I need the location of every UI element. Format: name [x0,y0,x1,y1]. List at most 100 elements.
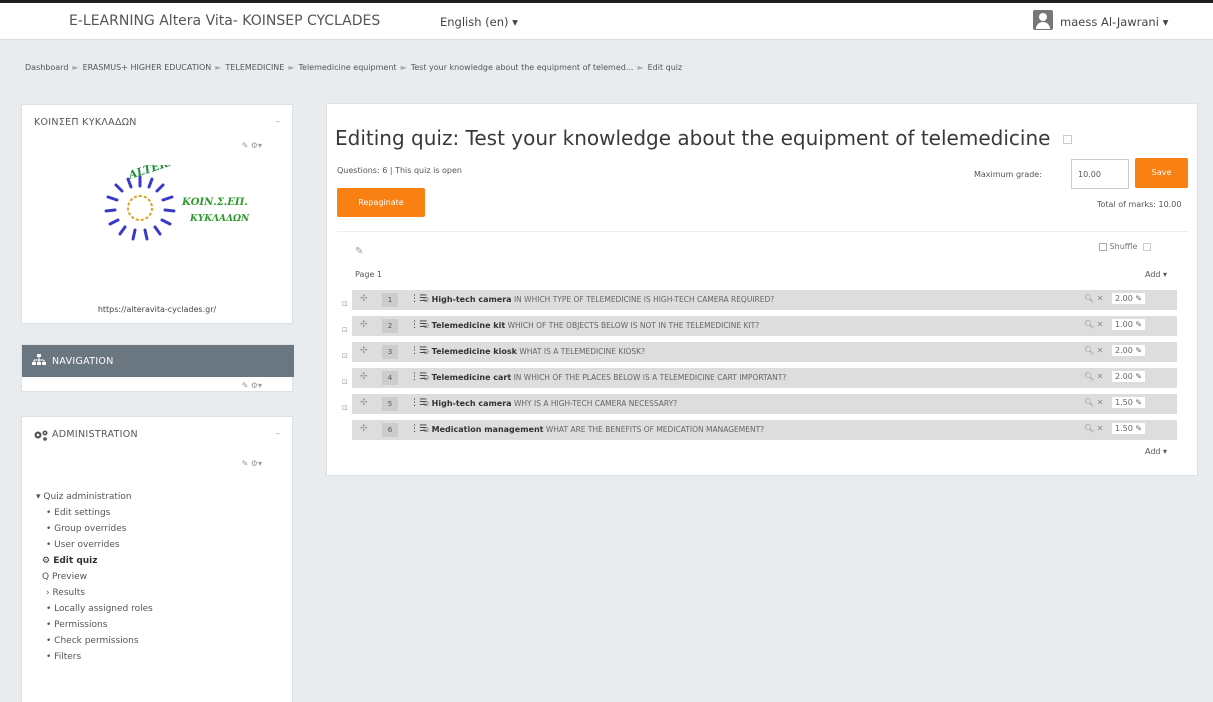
total-marks: Total of marks: 10.00 [1097,200,1182,209]
preview-delete-icons[interactable]: 🔍︎ ✕ [1084,294,1103,303]
question-row: ✣ 6 ⋮☰ ⊙ Medication management WHAT ARE … [352,420,1177,440]
admin-item-edit-quiz[interactable]: ⚙ Edit quiz [36,553,153,569]
repaginate-button[interactable]: Repaginate [337,188,425,217]
top-navbar: E-LEARNING Altera Vita- KOINSEP CYCLADES… [0,0,1213,40]
question-name: Telemedicine cart [431,373,512,382]
move-icon[interactable]: ✣ [360,294,368,304]
mark-value: 2.00 [1115,372,1133,381]
page-break-icon[interactable]: ⊡ [342,378,348,386]
user-avatar-icon[interactable] [1033,10,1053,30]
max-grade-label: Maximum grade: [974,170,1042,179]
question-name: Telemedicine kiosk [431,347,517,356]
block-actions-icon[interactable]: ✎ ⚙▾ [242,141,262,150]
save-button[interactable]: Save [1135,158,1188,188]
question-mark[interactable]: 2.00 ✎ [1112,371,1146,382]
edit-pencil-icon[interactable]: ✎ [355,246,363,257]
questions-area: ✎ Shuffle Page 1 Add ▾ ⊡ ⊡ ⊡ ⊡ ⊡ ✣ 1 ⋮☰ … [337,231,1189,466]
preview-delete-icons[interactable]: 🔍︎ ✕ [1084,372,1103,381]
breadcrumb: Dashboard ► ERASMUS+ HIGHER EDUCATION ► TELE… [25,63,682,72]
question-text[interactable]: ⊙ High-tech camera IN WHICH TYPE OF TELE… [423,295,774,304]
page-title-text: Editing quiz: Test your knowledge about … [335,126,1051,150]
user-menu[interactable]: maess Al-Jawrani ▾ [1060,15,1168,29]
collapse-icon[interactable]: – [276,117,281,127]
page-break-icon[interactable]: ⊡ [342,326,348,334]
mark-value: 2.00 [1115,294,1133,303]
question-mark[interactable]: 1.50 ✎ [1112,423,1146,434]
page-label: Page 1 [355,270,382,279]
question-body: IN WHICH TYPE OF TELEMEDICINE IS HIGH-TE… [513,295,775,304]
question-body: WHY IS A HIGH-TECH CAMERA NECESSARY? [513,399,678,408]
site-name-link[interactable]: E-LEARNING Altera Vita- KOINSEP CYCLADES [69,13,380,29]
question-mark[interactable]: 2.00 ✎ [1112,345,1146,356]
admin-item-quiz-administration[interactable]: ▾ Quiz administration [36,489,153,505]
question-mark[interactable]: 1.50 ✎ [1112,397,1146,408]
breadcrumb-item-telemedicine[interactable]: TELEMEDICINE [225,63,284,72]
collapse-icon[interactable]: – [276,429,281,439]
block-actions-icon[interactable]: ✎ ⚙▾ [242,459,262,468]
max-grade-input[interactable]: 10.00 [1071,159,1129,189]
breadcrumb-separator-icon: ► [215,63,222,72]
logo-url-link[interactable]: https://alteravita-cyclades.gr/ [22,305,292,314]
question-mark[interactable]: 1.00 ✎ [1112,319,1146,330]
question-text[interactable]: ⊙ High-tech camera WHY IS A HIGH-TECH CA… [423,399,677,408]
add-menu-top[interactable]: Add ▾ [1145,270,1167,279]
language-menu[interactable]: English (en) ▾ [440,15,518,29]
preview-delete-icons[interactable]: 🔍︎ ✕ [1084,346,1103,355]
admin-item-group-overrides[interactable]: • Group overrides [36,521,153,537]
administration-block: ADMINISTRATION – ✎ ⚙▾ ▾ Quiz administrat… [21,416,293,702]
question-text[interactable]: ⊙ Medication management WHAT ARE THE BEN… [423,425,764,434]
move-icon[interactable]: ✣ [360,424,368,434]
gears-icon [34,430,48,444]
question-text[interactable]: ⊙ Telemedicine kiosk WHAT IS A TELEMEDIC… [423,347,645,356]
breadcrumb-item-dashboard[interactable]: Dashboard [25,63,68,72]
admin-item-filters[interactable]: • Filters [36,649,153,665]
breadcrumb-separator-icon: ► [288,63,295,72]
logo-text-kykladon: ΚΥΚΛΑΔΩΝ [189,214,250,224]
breadcrumb-item-equipment[interactable]: Telemedicine equipment [299,63,397,72]
block-title: NAVIGATION [52,356,114,367]
shuffle-toggle[interactable]: Shuffle [1099,242,1151,251]
question-number: 1 [382,293,398,307]
help-icon[interactable] [1062,135,1072,144]
page-break-icon[interactable]: ⊡ [342,352,348,360]
admin-item-results[interactable]: › Results [36,585,153,601]
navigation-header[interactable]: NAVIGATION [22,345,294,377]
page-break-icon[interactable]: ⊡ [342,300,348,308]
move-icon[interactable]: ✣ [360,398,368,408]
question-name: High-tech camera [431,295,512,304]
move-icon[interactable]: ✣ [360,346,368,356]
question-text[interactable]: ⊙ Telemedicine cart IN WHICH OF THE PLAC… [423,373,786,382]
question-number: 2 [382,319,398,333]
question-row: ✣ 5 ⋮☰ ⊙ High-tech camera WHY IS A HIGH-… [352,394,1177,414]
breadcrumb-item-erasmus[interactable]: ERASMUS+ HIGHER EDUCATION [83,63,212,72]
question-body: WHAT IS A TELEMEDICINE KIOSK? [519,347,646,356]
page-break-icon[interactable]: ⊡ [342,404,348,412]
question-number: 3 [382,345,398,359]
preview-delete-icons[interactable]: 🔍︎ ✕ [1084,424,1103,433]
admin-item-user-overrides[interactable]: • User overrides [36,537,153,553]
question-name: Telemedicine kit [431,321,506,330]
admin-item-edit-settings[interactable]: • Edit settings [36,505,153,521]
breadcrumb-item-edit-quiz[interactable]: Edit quiz [648,63,683,72]
question-text[interactable]: ⊙ Telemedicine kit WHICH OF THE OBJECTS … [423,321,759,330]
add-menu-bottom[interactable]: Add ▾ [1145,447,1167,456]
move-icon[interactable]: ✣ [360,320,368,330]
admin-item-preview[interactable]: Q Preview [36,569,153,585]
admin-item-permissions[interactable]: • Permissions [36,617,153,633]
question-number: 5 [382,397,398,411]
admin-item-locally-assigned-roles[interactable]: • Locally assigned roles [36,601,153,617]
question-body: WHAT ARE THE BENEFITS OF MEDICATION MANA… [545,425,765,434]
quiz-edit-panel: Editing quiz: Test your knowledge about … [326,103,1198,476]
move-icon[interactable]: ✣ [360,372,368,382]
question-row: ✣ 3 ⋮☰ ⊙ Telemedicine kiosk WHAT IS A TE… [352,342,1177,362]
preview-delete-icons[interactable]: 🔍︎ ✕ [1084,320,1103,329]
block-actions-icon[interactable]: ✎ ⚙▾ [242,381,262,390]
question-mark[interactable]: 2.00 ✎ [1112,293,1146,304]
breadcrumb-item-quiz[interactable]: Test your knowledge about the equipment … [411,63,634,72]
preview-delete-icons[interactable]: 🔍︎ ✕ [1084,398,1103,407]
altera-vita-logo: ALTERA VITA ΚΟΙΝ.Σ.ΕΠ. ΚΥΚΛΑΔΩΝ [90,144,260,245]
admin-item-check-permissions[interactable]: • Check permissions [36,633,153,649]
help-icon[interactable] [1142,242,1151,251]
block-title: ADMINISTRATION [52,429,138,440]
checkbox-icon[interactable] [1099,242,1107,251]
